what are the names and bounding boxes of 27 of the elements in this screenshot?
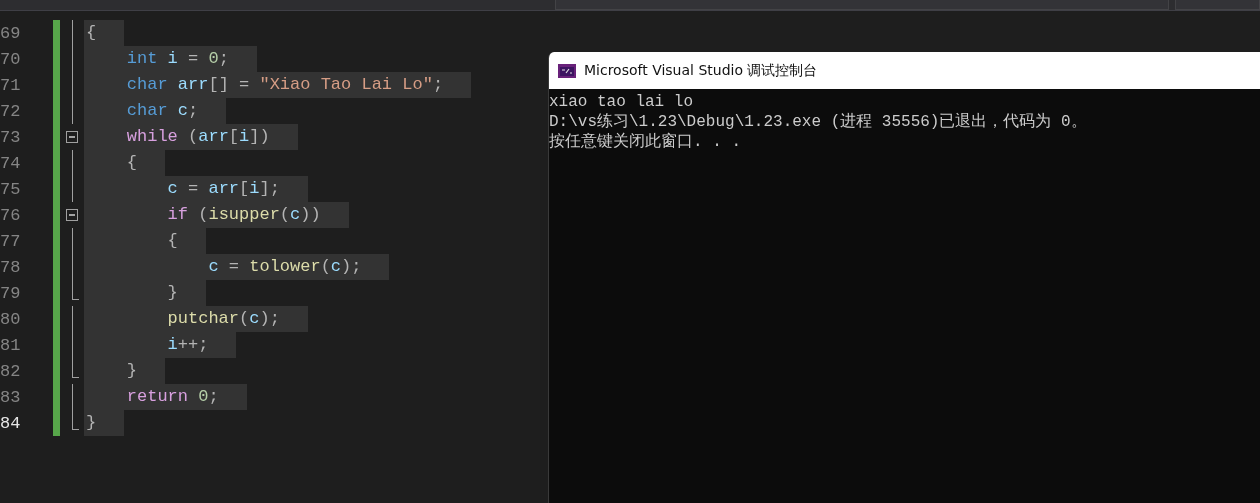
line-number: 78 — [0, 257, 22, 277]
outline-line — [71, 384, 73, 410]
outline-end-line — [71, 280, 79, 300]
outline-end-line — [71, 410, 79, 430]
line-number: 79 — [0, 283, 22, 303]
console-icon — [558, 63, 576, 78]
line-number: 70 — [0, 49, 22, 69]
console-output-line: D:\vs练习\1.23\Debug\1.23.exe (进程 35556)已退出，代码为 0。 — [549, 112, 1088, 132]
line-number: 84 — [0, 413, 22, 433]
outline-end-line — [71, 358, 79, 378]
console-output-line: xiao tao lai lo — [549, 92, 695, 112]
line-number: 72 — [0, 101, 22, 121]
line-number: 74 — [0, 153, 22, 173]
line-number: 82 — [0, 361, 22, 381]
collapse-icon[interactable] — [66, 209, 78, 221]
line-number: 83 — [0, 387, 22, 407]
console-output-line: 按任意键关闭此窗口. . . — [549, 132, 742, 152]
line-number: 77 — [0, 231, 22, 251]
line-number: 81 — [0, 335, 22, 355]
line-number: 69 — [0, 23, 22, 43]
window-title: Microsoft Visual Studio 调试控制台 — [584, 61, 818, 80]
line-number: 73 — [0, 127, 22, 147]
line-number: 80 — [0, 309, 22, 329]
line-number: 75 — [0, 179, 22, 199]
line-number: 71 — [0, 75, 22, 95]
line-number: 76 — [0, 205, 22, 225]
collapse-icon[interactable] — [66, 131, 78, 143]
